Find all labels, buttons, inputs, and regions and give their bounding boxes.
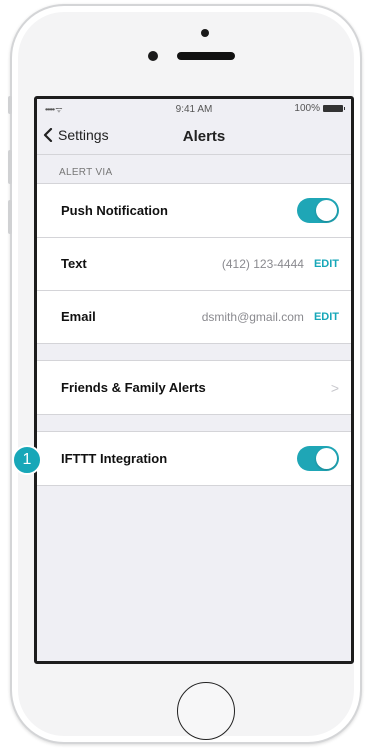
friends-family-alerts-label: Friends & Family Alerts [61, 380, 206, 395]
mute-switch [8, 96, 12, 114]
ifttt-integration-row: IFTTT Integration [37, 432, 351, 485]
push-notification-row: Push Notification [37, 184, 351, 237]
home-button[interactable] [177, 682, 235, 740]
email-label: Email [61, 309, 96, 324]
battery-status: 100% [294, 103, 345, 114]
proximity-sensor [201, 29, 209, 37]
battery-icon [323, 105, 345, 112]
status-bar: ••••• ᯤ 9:41 AM 100% [37, 99, 351, 119]
battery-percent: 100% [294, 103, 320, 114]
page-title: Alerts [182, 128, 226, 145]
ifttt-group: IFTTT Integration [37, 431, 351, 486]
volume-up-button [8, 150, 12, 184]
chevron-right-icon: > [330, 379, 339, 396]
email-edit-button[interactable]: EDIT [314, 311, 339, 323]
friends-family-alerts-row[interactable]: Friends & Family Alerts > [37, 361, 351, 414]
text-label: Text [61, 256, 87, 271]
friends-group: Friends & Family Alerts > [37, 360, 351, 415]
navigation-bar: Settings Alerts [37, 119, 351, 155]
callout-badge: 1 [12, 445, 42, 475]
volume-down-button [8, 200, 12, 234]
email-row: Email dsmith@gmail.com EDIT [37, 290, 351, 343]
toggle-knob [316, 200, 337, 221]
toggle-knob [316, 448, 337, 469]
alert-via-group: Push Notification Text (412) 123-4444 ED… [37, 183, 351, 344]
screen: ••••• ᯤ 9:41 AM 100% Settings Alerts ALE… [34, 96, 354, 664]
email-value: dsmith@gmail.com [201, 309, 304, 324]
text-edit-button[interactable]: EDIT [314, 258, 339, 270]
section-header-alert-via: ALERT VIA [59, 167, 113, 178]
ifttt-integration-toggle[interactable] [297, 446, 339, 471]
push-notification-toggle[interactable] [297, 198, 339, 223]
text-phone-value: (412) 123-4444 [221, 256, 304, 271]
push-notification-label: Push Notification [61, 203, 168, 218]
ifttt-integration-label: IFTTT Integration [61, 451, 168, 466]
front-camera [148, 51, 158, 61]
text-row: Text (412) 123-4444 EDIT [37, 237, 351, 290]
earpiece-speaker [177, 52, 235, 60]
